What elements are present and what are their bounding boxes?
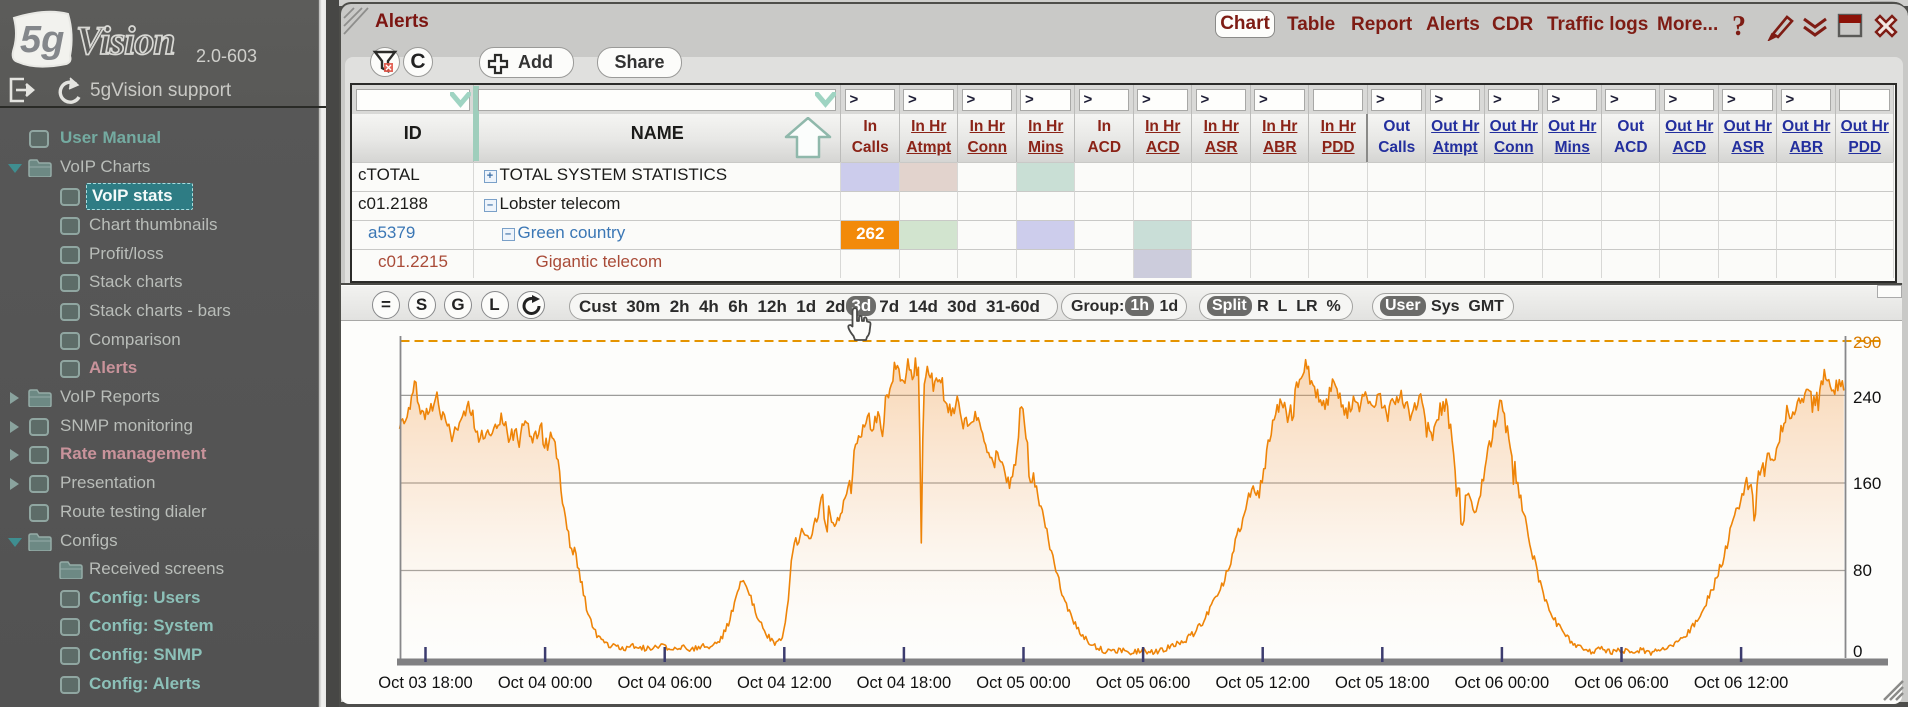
svg-text:Oct 04 00:00: Oct 04 00:00 — [498, 674, 592, 692]
svg-text:Oct 05 06:00: Oct 05 06:00 — [1096, 674, 1190, 692]
svg-text:Oct 06 12:00: Oct 06 12:00 — [1694, 674, 1788, 692]
svg-text:Oct 04 12:00: Oct 04 12:00 — [737, 674, 831, 692]
svg-text:5g: 5g — [20, 19, 64, 61]
svg-text:Oct 05 00:00: Oct 05 00:00 — [976, 674, 1070, 692]
svg-text:Oct 04 06:00: Oct 04 06:00 — [617, 674, 711, 692]
svg-text:Oct 06 06:00: Oct 06 06:00 — [1574, 674, 1668, 692]
svg-text:240: 240 — [1853, 388, 1881, 407]
svg-text:Oct 05 18:00: Oct 05 18:00 — [1335, 674, 1429, 692]
svg-text:0: 0 — [1853, 642, 1862, 661]
svg-text:Oct 04 18:00: Oct 04 18:00 — [857, 674, 951, 692]
svg-text:Oct 06 00:00: Oct 06 00:00 — [1455, 674, 1549, 692]
svg-text:Vision: Vision — [76, 18, 175, 63]
svg-text:?: ? — [1732, 11, 1746, 41]
svg-text:Oct 03 18:00: Oct 03 18:00 — [378, 674, 472, 692]
svg-text:160: 160 — [1853, 474, 1881, 493]
svg-text:290: 290 — [1853, 333, 1881, 352]
svg-text:80: 80 — [1853, 561, 1872, 580]
svg-text:Oct 05 12:00: Oct 05 12:00 — [1215, 674, 1309, 692]
